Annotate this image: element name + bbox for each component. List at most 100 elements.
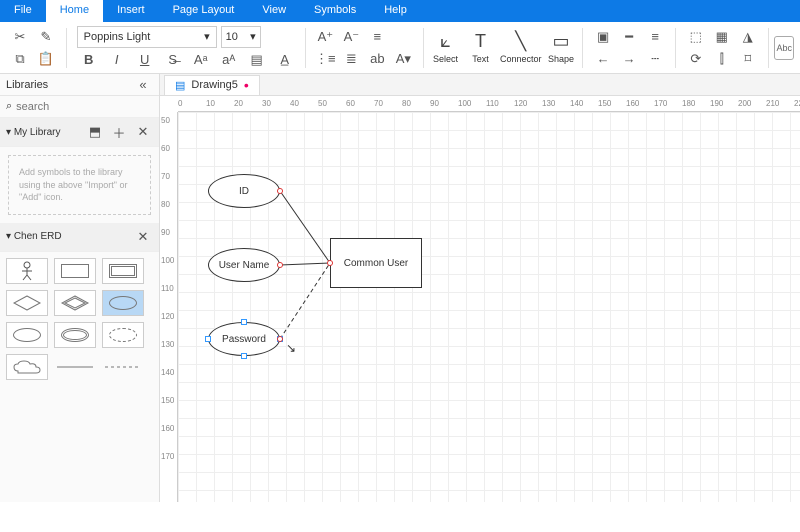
sidebar: Libraries « ⌕ ✕ ▾ My Library ⬒ ＋ ✕ Add s… [0,74,160,502]
shape-tool[interactable]: ▭Shape [545,25,576,71]
grow-font-icon[interactable]: Aᵃ [191,50,211,70]
shape-derived[interactable] [102,322,144,348]
shrink-font-icon[interactable]: aᴬ [219,50,239,70]
vruler-tick: 90 [161,228,170,237]
strike-button[interactable]: S̶ [163,50,183,70]
shape-entity[interactable] [54,258,96,284]
connection[interactable] [280,191,330,263]
text-tool[interactable]: T Text [465,25,496,71]
doc-icon: ▤ [175,79,185,92]
font-size-select[interactable]: 10▾ [221,26,261,48]
line-weight-icon[interactable]: ≡ [645,27,665,47]
connector-port[interactable] [327,260,333,266]
import-icon[interactable]: ⬒ [85,122,105,142]
shape-line-solid[interactable] [54,354,96,380]
hruler-tick: 170 [654,99,667,108]
arrow-end-icon[interactable]: → [619,49,639,69]
menu-help[interactable]: Help [370,0,421,22]
lock-icon[interactable]: ⌑ [738,49,758,69]
horizontal-ruler: 0102030405060708090100110120130140150160… [178,96,800,112]
align2-icon[interactable]: ◮ [738,27,758,47]
connection[interactable] [280,263,330,339]
increase-font-icon[interactable]: A⁺ [315,27,335,47]
text-case-icon[interactable]: A▾ [393,49,413,69]
hruler-tick: 50 [318,99,327,108]
connector-tool[interactable]: ╲Connector [500,25,542,71]
close-section-icon[interactable]: ✕ [133,227,153,247]
shape-cloud[interactable] [6,354,48,380]
shape-weak-relationship[interactable] [54,290,96,316]
line-style-icon[interactable]: ━ [619,27,639,47]
copy-icon[interactable]: ⧉ [10,49,30,69]
connection[interactable] [280,263,330,265]
highlight-icon[interactable]: ▤ [247,50,267,70]
shape-multivalued[interactable] [54,322,96,348]
node-common[interactable]: Common User [330,238,422,288]
shape-weak-entity[interactable] [102,258,144,284]
cut-icon[interactable]: ✂ [10,27,30,47]
shape-line-dashed[interactable] [102,354,144,380]
selection-handle[interactable] [205,336,211,342]
font-size-label: 10 [226,31,238,43]
vruler-tick: 160 [161,424,174,433]
connector-port[interactable] [277,188,283,194]
shape-actor[interactable] [6,258,48,284]
bold-button[interactable]: B [79,50,99,70]
menu-view[interactable]: View [248,0,300,22]
italic-button[interactable]: I [107,50,127,70]
connector-port[interactable] [277,262,283,268]
format-painter-icon[interactable]: ✎ [36,27,56,47]
spacing-icon[interactable]: ab [367,49,387,69]
preview-box[interactable]: Abc [774,36,794,60]
align-icon[interactable]: ≣ [341,49,361,69]
font-family-select[interactable]: Poppins Light▾ [77,26,217,48]
vruler-tick: 70 [161,172,170,181]
arrow-start-icon[interactable]: ← [593,49,613,69]
text-icon: T [475,31,486,52]
add-icon[interactable]: ＋ [109,122,129,142]
distribute-icon[interactable]: ⫿ [712,49,732,69]
close-section-icon[interactable]: ✕ [133,122,153,142]
line-spacing-icon[interactable]: ≡ [367,27,387,47]
bullets-icon[interactable]: ⋮≡ [315,49,335,69]
shape-key-attribute[interactable] [6,322,48,348]
underline-button[interactable]: U [135,50,155,70]
menu-file[interactable]: File [0,0,46,22]
canvas[interactable]: IDUser NamePasswordCommon User↘ [178,112,800,502]
selection-handle[interactable] [241,353,247,359]
vruler-tick: 80 [161,200,170,209]
node-password[interactable]: Password [208,322,280,356]
rotate-icon[interactable]: ⟳ [686,49,706,69]
menu-page-layout[interactable]: Page Layout [159,0,249,22]
hruler-tick: 120 [514,99,527,108]
menu-home[interactable]: Home [46,0,103,22]
node-username[interactable]: User Name [208,248,280,282]
selection-handle[interactable] [241,319,247,325]
line-dash-icon[interactable]: ┄ [645,49,665,69]
menu-insert[interactable]: Insert [103,0,159,22]
hruler-tick: 160 [626,99,639,108]
hruler-tick: 210 [766,99,779,108]
collapse-sidebar-icon[interactable]: « [133,75,153,95]
search-input[interactable] [16,101,158,113]
group-icon[interactable]: ▦ [712,27,732,47]
node-id[interactable]: ID [208,174,280,208]
select-tool[interactable]: ⟀Select [430,25,461,71]
connector-port[interactable] [277,336,283,342]
section-chen-erd[interactable]: ▾ Chen ERD ✕ [0,223,159,252]
fill-icon[interactable]: ▣ [593,27,613,47]
shape-relationship[interactable] [6,290,48,316]
shape-attribute[interactable] [102,290,144,316]
menu-symbols[interactable]: Symbols [300,0,370,22]
arrange-icon[interactable]: ⬚ [686,27,706,47]
decrease-font-icon[interactable]: A⁻ [341,27,361,47]
font-color-icon[interactable]: A̲ [275,50,295,70]
chen-title: Chen ERD [14,231,62,242]
sidebar-search[interactable]: ⌕ ✕ [0,96,159,118]
section-my-library[interactable]: ▾ My Library ⬒ ＋ ✕ [0,118,159,147]
paste-icon[interactable]: 📋 [36,49,56,69]
text-label: Text [472,54,489,64]
tab-drawing5[interactable]: ▤ Drawing5 • [164,75,260,95]
chevron-down-icon: ▾ [6,231,11,242]
hruler-tick: 80 [402,99,411,108]
